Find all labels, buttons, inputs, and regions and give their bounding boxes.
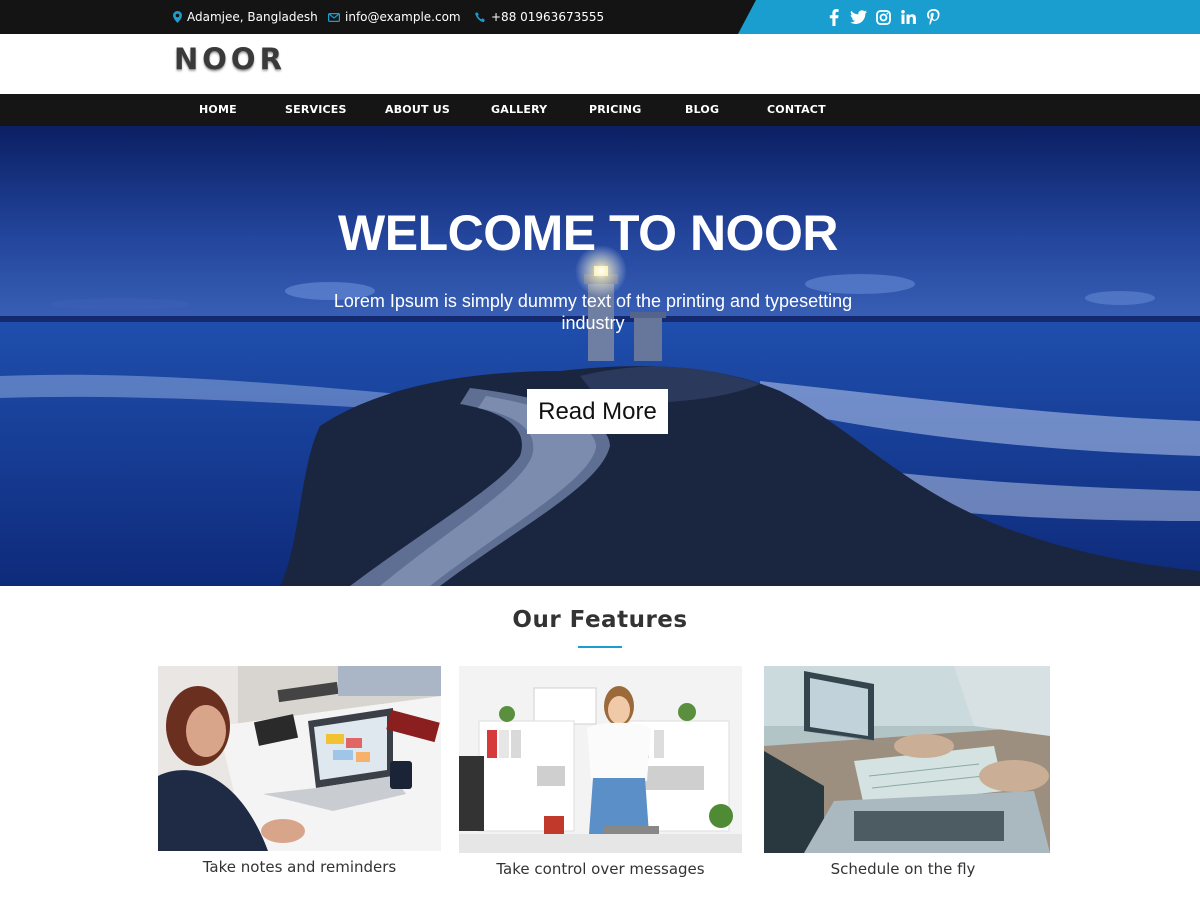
main-navigation: HOME SERVICES ABOUT US GALLERY PRICING B… <box>0 94 1200 126</box>
phone-text[interactable]: +88 01963673555 <box>491 10 604 24</box>
nav-item-services[interactable]: SERVICES <box>285 94 347 126</box>
email-info[interactable]: info@example.com <box>328 0 461 34</box>
hero-subtitle: Lorem Ipsum is simply dummy text of the … <box>333 291 853 333</box>
hero-background-image <box>0 126 1200 586</box>
feature-card-image-office-woman[interactable] <box>459 666 742 853</box>
twitter-icon[interactable] <box>850 9 867 26</box>
feature-card-image-office-meeting[interactable] <box>158 666 441 851</box>
nav-item-gallery[interactable]: GALLERY <box>491 94 547 126</box>
top-bar: Adamjee, Bangladesh info@example.com +88… <box>0 0 1200 34</box>
address-info: Adamjee, Bangladesh <box>173 0 318 34</box>
site-header: NOOR <box>0 34 1200 94</box>
social-links <box>825 0 942 34</box>
envelope-icon <box>328 12 340 22</box>
email-text[interactable]: info@example.com <box>345 10 461 24</box>
map-marker-icon <box>173 11 182 23</box>
pinterest-icon[interactable] <box>925 9 942 26</box>
nav-item-about-us[interactable]: ABOUT US <box>385 94 450 126</box>
phone-icon <box>475 11 485 22</box>
facebook-icon[interactable] <box>825 8 842 26</box>
hero-banner: WELCOME TO NOOR Lorem Ipsum is simply du… <box>0 126 1200 586</box>
feature-card-image-laptop-notes[interactable] <box>764 666 1050 853</box>
feature-card-caption: Schedule on the fly <box>830 860 976 878</box>
linkedin-icon[interactable] <box>900 9 917 26</box>
features-heading: Our Features <box>512 607 688 633</box>
instagram-icon[interactable] <box>875 9 892 26</box>
nav-item-pricing[interactable]: PRICING <box>589 94 641 126</box>
feature-card-caption: Take notes and reminders <box>202 858 397 876</box>
nav-item-contact[interactable]: CONTACT <box>767 94 826 126</box>
site-logo[interactable]: NOOR <box>174 42 286 76</box>
social-bar-background <box>738 0 1200 34</box>
features-heading-underline <box>578 646 622 648</box>
nav-item-home[interactable]: HOME <box>199 94 237 126</box>
feature-card-caption: Take control over messages <box>496 860 705 878</box>
hero-title: WELCOME TO NOOR <box>338 205 838 261</box>
address-text: Adamjee, Bangladesh <box>187 10 318 24</box>
nav-item-blog[interactable]: BLOG <box>685 94 719 126</box>
read-more-button[interactable]: Read More <box>527 389 668 434</box>
phone-info[interactable]: +88 01963673555 <box>475 0 604 34</box>
